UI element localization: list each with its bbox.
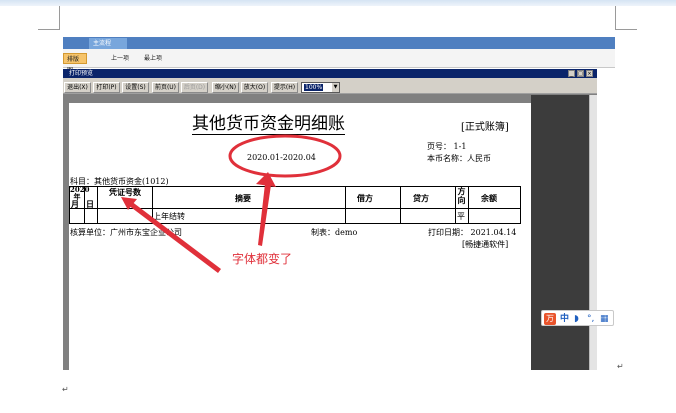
arrow-to-voucher [128, 201, 221, 273]
annotation-overlay [121, 134, 342, 273]
keyboard-icon[interactable]: ▦ [600, 313, 609, 325]
ime-mode-toggle[interactable]: 中 [560, 313, 569, 325]
paragraph-mark: ↵ [617, 362, 624, 371]
highlight-ellipse [228, 134, 342, 178]
arrow-to-period [258, 184, 271, 246]
punctuation-icon[interactable]: °, [587, 313, 594, 325]
paragraph-mark: ↵ [62, 385, 69, 394]
annotation-text: 字体都变了 [232, 252, 293, 266]
ime-logo-icon[interactable]: 万 [544, 313, 556, 325]
ime-toolbar[interactable]: 万 中 ◗ °, ▦ [541, 310, 614, 326]
moon-icon[interactable]: ◗ [574, 313, 579, 325]
